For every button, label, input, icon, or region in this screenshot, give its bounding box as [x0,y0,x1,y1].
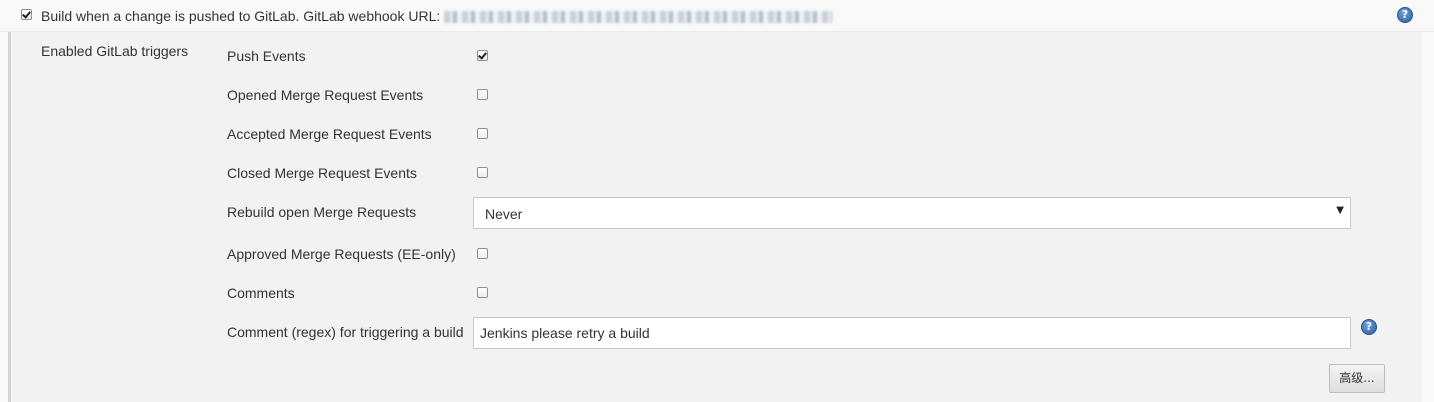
comments-checkbox[interactable] [477,287,488,298]
webhook-url-redacted [444,11,833,24]
help-icon[interactable]: ? [1361,319,1377,335]
comments-label: Comments [227,285,295,301]
build-trigger-row: Build when a change is pushed to GitLab.… [0,0,1434,32]
comment-regex-input[interactable] [473,317,1351,349]
rebuild-open-mr-label: Rebuild open Merge Requests [227,204,417,220]
push-events-label: Push Events [227,48,306,64]
closed-mr-events-label: Closed Merge Request Events [227,165,417,181]
rebuild-open-mr-value: Never [485,206,523,222]
push-events-checkbox[interactable] [477,50,488,61]
comment-regex-label: Comment (regex) for triggering a build [227,324,464,340]
enabled-triggers-label: Enabled GitLab triggers [41,43,189,59]
closed-mr-events-checkbox[interactable] [477,167,488,178]
opened-mr-events-label: Opened Merge Request Events [227,87,424,103]
accepted-mr-events-checkbox[interactable] [477,128,488,139]
approved-mr-label: Approved Merge Requests (EE-only) [227,246,456,262]
approved-mr-checkbox[interactable] [477,248,488,259]
help-icon[interactable]: ? [1397,7,1413,23]
advanced-button[interactable]: 高级... [1329,364,1385,393]
build-on-push-label: Build when a change is pushed to GitLab.… [41,8,833,24]
chevron-down-icon: ▼ [1336,205,1344,216]
rebuild-open-mr-select[interactable]: Never ▼ [473,197,1351,229]
build-on-push-checkbox[interactable] [21,9,32,20]
gitlab-trigger-config: Build when a change is pushed to GitLab.… [0,0,1434,402]
accepted-mr-events-label: Accepted Merge Request Events [227,126,432,142]
opened-mr-events-checkbox[interactable] [477,89,488,100]
